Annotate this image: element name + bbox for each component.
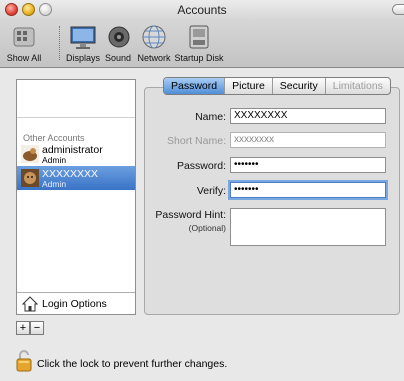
short-name-label: Short Name: [167,135,226,147]
tab-password[interactable]: Password [164,78,226,94]
account-role: Admin [42,155,67,165]
toolbar-item-network[interactable]: Network [136,22,172,63]
account-item-selected[interactable]: XXXXXXXX Admin [17,166,135,190]
displays-label: Displays [65,53,100,63]
lock-message: Click the lock to prevent further change… [37,358,228,370]
password-hint-label: Password Hint: [155,209,226,221]
tab-picture[interactable]: Picture [225,78,273,94]
verify-field[interactable]: ••••••• [230,182,386,198]
password-field[interactable]: ••••••• [230,157,386,173]
accounts-pane: Other Accounts administrator Admin XXXXX… [0,69,404,381]
toolbar-item-displays[interactable]: Displays [64,22,102,63]
toolbar-item-startup-disk[interactable]: Startup Disk [174,22,224,63]
toolbar-item-sound[interactable]: Sound [103,22,133,63]
sound-label: Sound [104,53,132,63]
short-name-field: xxxxxxxx [230,132,386,148]
show-all-button[interactable]: Show All [3,22,45,63]
name-label: Name: [195,111,226,123]
verify-label: Verify: [196,185,226,197]
accounts-window: Accounts Show All Displays Sound Network… [0,0,404,381]
lock-icon[interactable] [16,350,32,372]
account-picture-icon [21,169,39,187]
window-title: Accounts [177,3,227,17]
show-all-icon [13,27,35,47]
startup-disk-icon [189,25,209,49]
toolbar: Show All Displays Sound Network Startup … [0,20,404,68]
login-options-label: Login Options [42,298,107,310]
startup-disk-label: Startup Disk [174,53,224,63]
password-hint-field[interactable] [230,208,386,246]
password-hint-optional-label: (Optional) [188,223,226,233]
password-label: Password: [176,160,226,172]
tab-bar: Password Picture Security Limitations [163,77,391,95]
network-label: Network [137,53,171,63]
house-icon [22,296,38,312]
tab-security[interactable]: Security [273,78,326,94]
toolbar-separator [59,26,60,60]
remove-account-button[interactable]: − [30,321,44,335]
my-account-area [17,80,135,118]
network-icon [142,25,166,49]
account-picture-icon [21,145,39,163]
account-role: Admin [42,179,67,189]
accounts-list[interactable]: Other Accounts administrator Admin XXXXX… [16,79,136,315]
sound-icon [108,26,130,48]
add-account-button[interactable]: + [16,321,30,335]
show-all-label: Show All [6,53,42,63]
name-field[interactable]: XXXXXXXX [230,108,386,124]
toolbar-toggle-button[interactable] [392,4,404,15]
title-bar: Accounts [0,0,404,20]
displays-icon [70,26,96,49]
account-item-administrator[interactable]: administrator Admin [17,142,135,166]
tab-limitations: Limitations [332,80,383,92]
login-options-item[interactable]: Login Options [17,292,135,314]
